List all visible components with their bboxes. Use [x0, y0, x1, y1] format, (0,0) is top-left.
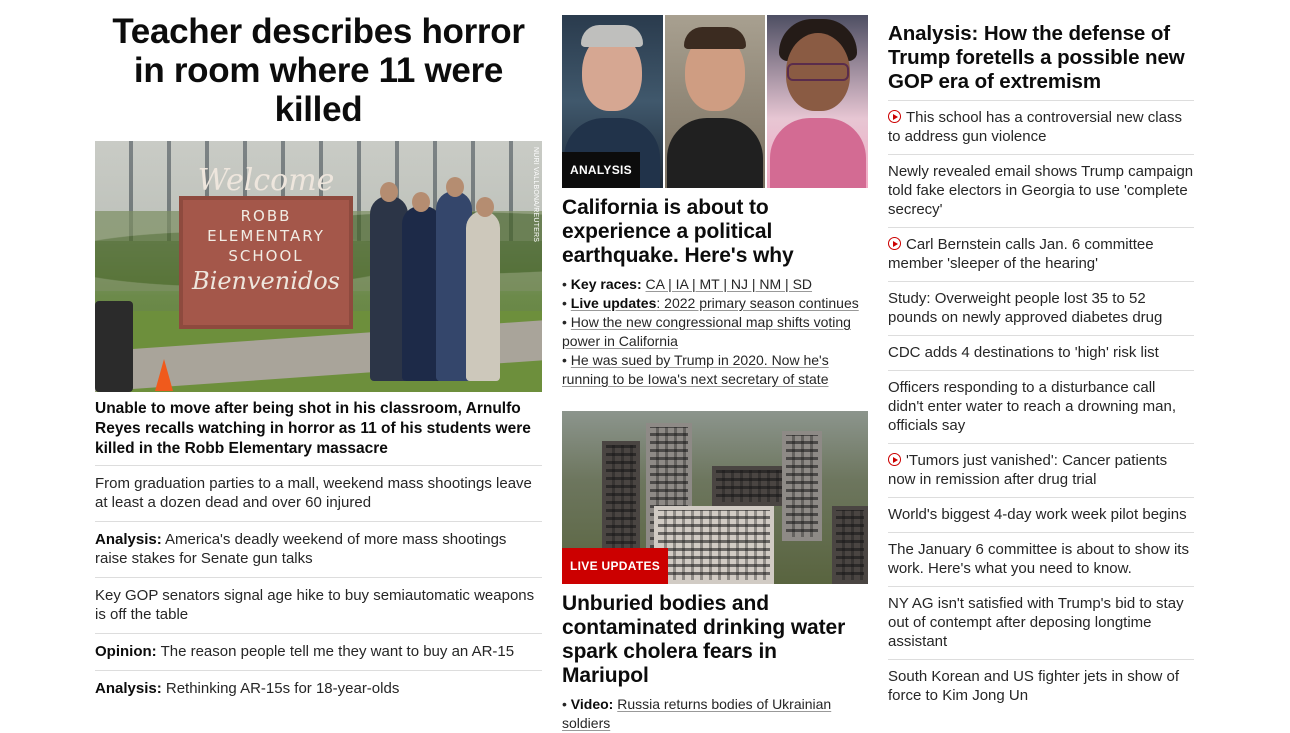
list-item-text: From graduation parties to a mall, weeke…: [95, 475, 532, 511]
hero-headline[interactable]: Teacher describes horror in room where 1…: [95, 12, 542, 129]
list-item[interactable]: NY AG isn't satisfied with Trump's bid t…: [888, 587, 1194, 660]
list-item[interactable]: Officers responding to a disturbance cal…: [888, 371, 1194, 444]
list-item-text: The January 6 committee is about to show…: [888, 541, 1189, 577]
mariupol-photo[interactable]: LIVE UPDATES: [562, 411, 868, 584]
list-item-text: Carl Bernstein calls Jan. 6 committee me…: [888, 236, 1154, 272]
list-item[interactable]: South Korean and US fighter jets in show…: [888, 660, 1194, 713]
list-item-prefix: Analysis:: [95, 680, 162, 697]
video-play-icon: [888, 453, 901, 466]
list-item-text: Rethinking AR-15s for 18-year-olds: [165, 680, 400, 697]
key-races-label: Key races:: [570, 276, 642, 292]
list-item-prefix: Opinion:: [95, 643, 157, 660]
trump-analysis-headline[interactable]: Analysis: How the defense of Trump foret…: [888, 22, 1194, 94]
california-bullets: • Key races: CA | IA | MT | NJ | NM | SD…: [562, 275, 868, 389]
list-item-text: 'Tumors just vanished': Cancer patients …: [888, 452, 1168, 488]
live-updates-badge: LIVE UPDATES: [562, 548, 669, 584]
related-stories-list: From graduation parties to a mall, weeke…: [95, 465, 542, 707]
mariupol-headline[interactable]: Unburied bodies and contaminated drinkin…: [562, 592, 868, 688]
video-play-icon: [888, 237, 901, 250]
list-item[interactable]: 'Tumors just vanished': Cancer patients …: [888, 444, 1194, 498]
candidate-photo-2: [664, 15, 766, 188]
mourner-figure: [466, 197, 500, 381]
key-races-links[interactable]: CA | IA | MT | NJ | NM | SD: [646, 276, 813, 292]
list-item[interactable]: CDC adds 4 destinations to 'high' risk l…: [888, 336, 1194, 371]
list-item-prefix: Analysis:: [95, 531, 162, 548]
traffic-cone: [155, 359, 173, 391]
list-item[interactable]: Newly revealed email shows Trump campaig…: [888, 155, 1194, 228]
list-item[interactable]: This school has a controversial new clas…: [888, 101, 1194, 155]
list-item[interactable]: Analysis: America's deadly weekend of mo…: [95, 522, 542, 578]
middle-column: ANALYSIS California is about to experien…: [562, 15, 868, 733]
damaged-building: [832, 506, 868, 584]
photo-mourners-group: [370, 177, 500, 381]
right-column: Analysis: How the defense of Trump foret…: [888, 22, 1194, 713]
school-sign: Welcome ROBB ELEMENTARY SCHOOL Bienvenid…: [179, 166, 353, 329]
mariupol-bullets: • Video: Russia returns bodies of Ukrain…: [562, 695, 868, 733]
bullet-live-updates[interactable]: • Live updates: 2022 primary season cont…: [562, 294, 868, 313]
list-item[interactable]: Carl Bernstein calls Jan. 6 committee me…: [888, 228, 1194, 282]
bullet-key-races: • Key races: CA | IA | MT | NJ | NM | SD: [562, 276, 813, 292]
sign-bienvenidos-text: Bienvenidos: [192, 267, 340, 295]
list-item-text: South Korean and US fighter jets in show…: [888, 668, 1180, 704]
list-item[interactable]: From graduation parties to a mall, weeke…: [95, 466, 542, 522]
live-updates-label: Live updates: [570, 295, 657, 311]
photo-credit: NURI VALLBONA/REUTERS: [532, 147, 539, 243]
list-item[interactable]: Analysis: Rethinking AR-15s for 18-year-…: [95, 671, 542, 707]
live-updates-text: : 2022 primary season continues: [656, 295, 859, 311]
bullet-text: How the new congressional map shifts vot…: [562, 314, 851, 349]
sign-school-text: SCHOOL: [228, 247, 304, 265]
list-item[interactable]: Opinion: The reason people tell me they …: [95, 634, 542, 671]
tv-camera: [95, 301, 133, 392]
hero-photo-robb-elementary[interactable]: Welcome ROBB ELEMENTARY SCHOOL Bienvenid…: [95, 141, 542, 392]
list-item[interactable]: Study: Overweight people lost 35 to 52 p…: [888, 282, 1194, 336]
list-item-text: CDC adds 4 destinations to 'high' risk l…: [888, 344, 1159, 361]
left-column: Teacher describes horror in room where 1…: [95, 12, 542, 707]
bullet-iowa-secretary[interactable]: • He was sued by Trump in 2020. Now he's…: [562, 351, 868, 389]
bullet-congressional-map[interactable]: • How the new congressional map shifts v…: [562, 313, 868, 351]
sign-welcome-text: Welcome: [197, 163, 335, 198]
list-item-text: The reason people tell me they want to b…: [160, 643, 515, 660]
video-play-icon: [888, 110, 901, 123]
list-item-text: World's biggest 4-day work week pilot be…: [888, 506, 1187, 523]
hero-description[interactable]: Unable to move after being shot in his c…: [95, 399, 542, 459]
list-item[interactable]: World's biggest 4-day work week pilot be…: [888, 498, 1194, 533]
california-headline[interactable]: California is about to experience a poli…: [562, 196, 868, 268]
headline-list: This school has a controversial new clas…: [888, 100, 1194, 713]
bullet-video[interactable]: • Video: Russia returns bodies of Ukrain…: [562, 695, 868, 733]
list-item-text: Key GOP senators signal age hike to buy …: [95, 587, 535, 623]
list-item-text: NY AG isn't satisfied with Trump's bid t…: [888, 595, 1184, 650]
california-candidates-photo[interactable]: ANALYSIS: [562, 15, 868, 188]
list-item[interactable]: The January 6 committee is about to show…: [888, 533, 1194, 587]
sign-elementary-text: ELEMENTARY: [207, 227, 325, 245]
damaged-building: [782, 431, 822, 541]
bullet-text: He was sued by Trump in 2020. Now he's r…: [562, 352, 829, 387]
analysis-badge: ANALYSIS: [562, 152, 640, 188]
candidate-photo-3: [767, 15, 868, 188]
list-item-text: This school has a controversial new clas…: [888, 109, 1182, 145]
video-label: Video:: [570, 696, 614, 712]
damaged-building: [602, 441, 640, 561]
list-item-text: Newly revealed email shows Trump campaig…: [888, 163, 1194, 218]
list-item[interactable]: Key GOP senators signal age hike to buy …: [95, 578, 542, 634]
apartment-building: [654, 506, 774, 584]
list-item-text: Study: Overweight people lost 35 to 52 p…: [888, 290, 1163, 326]
list-item-text: Officers responding to a disturbance cal…: [888, 379, 1177, 434]
sign-robb-text: ROBB: [240, 207, 292, 225]
